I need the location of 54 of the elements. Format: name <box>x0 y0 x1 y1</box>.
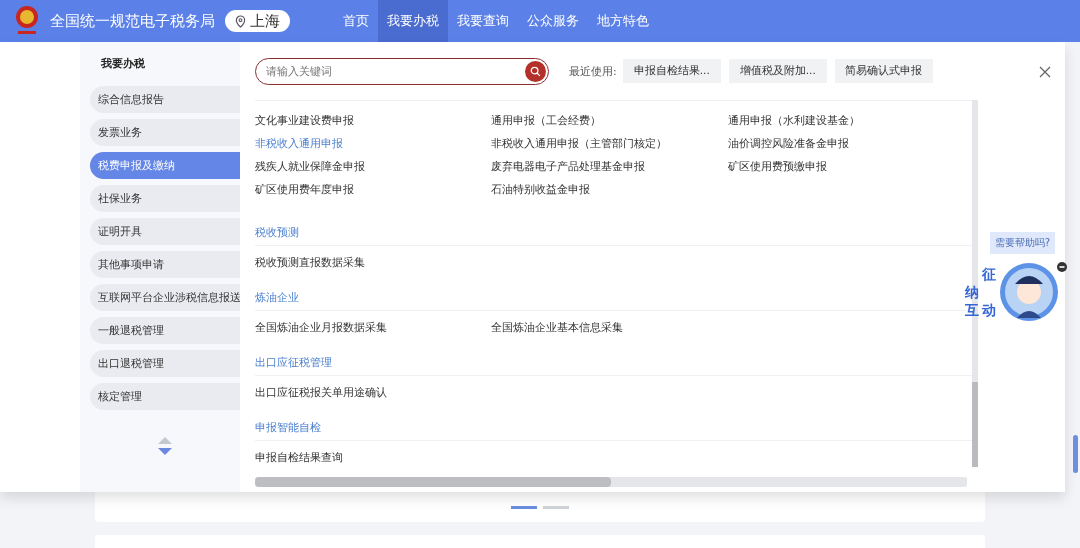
sidebar-title: 我要办税 <box>101 56 145 72</box>
menu-link[interactable]: 申报自检结果查询 <box>255 446 491 469</box>
close-icon[interactable] <box>1037 64 1053 80</box>
nav-tab[interactable]: 首页 <box>334 0 378 42</box>
menu-link[interactable]: 出口应征税报关单用途确认 <box>255 381 491 404</box>
sidebar-item[interactable]: 核定管理 <box>90 383 240 410</box>
location-pin-icon <box>235 14 246 28</box>
search-field[interactable]: 请输入关键词 <box>255 57 549 85</box>
section-title: 出口应征税管理 <box>255 345 972 376</box>
recent-item[interactable]: 申报自检结果... <box>622 59 721 83</box>
minimize-icon[interactable] <box>1057 262 1067 272</box>
menu-link[interactable]: 非税收入通用申报（主管部门核定） <box>491 132 728 155</box>
sidebar-item[interactable]: 互联网平台企业涉税信息报送 <box>90 284 240 311</box>
page-scrollbar[interactable] <box>1073 435 1078 473</box>
menu-link[interactable]: 矿区使用费年度申报 <box>255 178 491 201</box>
sidebar-item[interactable]: 证明开具 <box>90 218 240 245</box>
menu-link[interactable]: 石油特别收益金申报 <box>491 178 728 201</box>
recent-label: 最近使用: <box>569 63 617 79</box>
menu-link[interactable]: 全国炼油企业基本信息采集 <box>491 316 728 339</box>
menu-link[interactable]: 油价调控风险准备金申报 <box>728 132 972 155</box>
section-title: 申报智能自检 <box>255 410 972 441</box>
assistant-label: 征 <box>980 265 997 283</box>
recent-item[interactable]: 增值税及附加... <box>728 59 827 83</box>
search-icon <box>530 65 541 77</box>
nav-tab[interactable]: 我要办税 <box>378 0 448 42</box>
menu-link[interactable]: 残疾人就业保障金申报 <box>255 155 491 178</box>
scroll-arrows-icon[interactable] <box>157 436 173 456</box>
menu-link[interactable]: 废弃电器电子产品处理基金申报 <box>491 155 728 178</box>
menu-link[interactable]: 非税收入通用申报 <box>255 132 491 155</box>
nav-tab[interactable]: 地方特色 <box>588 0 658 42</box>
menu-link[interactable]: 文化事业建设费申报 <box>255 109 491 132</box>
sidebar-item[interactable]: 发票业务 <box>90 119 240 146</box>
horizontal-scrollbar[interactable] <box>255 477 967 487</box>
sidebar-item[interactable]: 出口退税管理 <box>90 350 240 377</box>
menu-link[interactable]: 矿区使用费预缴申报 <box>728 155 972 178</box>
menu-link[interactable]: 税收预测直报数据采集 <box>255 251 491 274</box>
sidebar-item[interactable]: 一般退税管理 <box>90 317 240 344</box>
assistant-label: 纳 <box>963 283 980 301</box>
help-tooltip: 需要帮助吗? <box>989 232 1055 254</box>
section-title: 税收预测 <box>255 215 972 246</box>
assistant-label: 动 <box>980 301 997 319</box>
sidebar-item[interactable]: 综合信息报告 <box>90 86 240 113</box>
location-button[interactable]: 上海 <box>225 10 290 32</box>
nav-tab[interactable]: 我要查询 <box>448 0 518 42</box>
assistant-avatar[interactable] <box>999 262 1059 322</box>
menu-link[interactable]: 通用申报（水利建设基金） <box>728 109 972 132</box>
menu-link[interactable]: 全国炼油企业月报数据采集 <box>255 316 491 339</box>
site-title: 全国统一规范电子税务局 <box>50 11 215 31</box>
recent-item[interactable]: 简易确认式申报 <box>834 59 933 83</box>
sidebar-item[interactable]: 社保业务 <box>90 185 240 212</box>
assistant-label: 互 <box>963 301 980 319</box>
menu-link[interactable]: 通用申报（工会经费） <box>491 109 728 132</box>
nav-tab[interactable]: 公众服务 <box>518 0 588 42</box>
sidebar-item[interactable]: 其他事项申请 <box>90 251 240 278</box>
